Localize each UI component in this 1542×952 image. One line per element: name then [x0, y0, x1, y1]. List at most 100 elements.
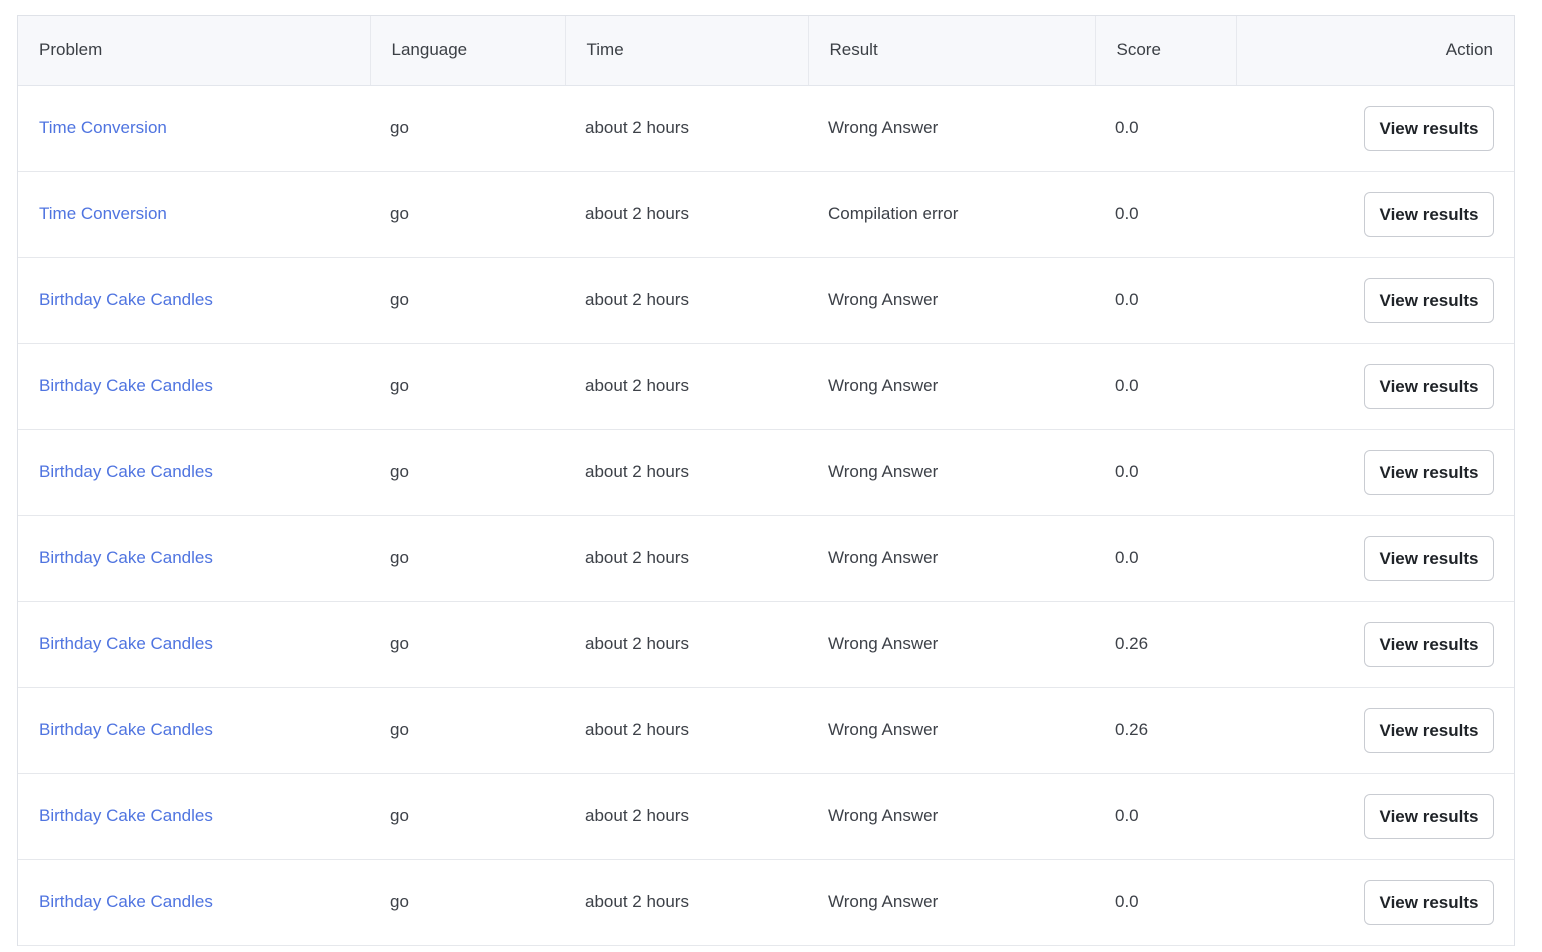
language-cell: go	[370, 343, 565, 430]
view-results-button[interactable]: View results	[1364, 449, 1494, 495]
problem-cell: Birthday Cake Candles	[18, 343, 370, 430]
result-cell: Wrong Answer	[808, 257, 1095, 344]
language-cell: go	[370, 687, 565, 774]
action-cell: View results	[1236, 85, 1514, 172]
result-cell: Wrong Answer	[808, 601, 1095, 688]
action-cell: View results	[1236, 515, 1514, 602]
score-cell: 0.26	[1095, 601, 1236, 688]
score-cell: 0.0	[1095, 515, 1236, 602]
score-cell: 0.0	[1095, 773, 1236, 860]
score-cell: 0.0	[1095, 257, 1236, 344]
language-cell: go	[370, 773, 565, 860]
action-cell: View results	[1236, 601, 1514, 688]
problem-link[interactable]: Birthday Cake Candles	[39, 806, 213, 825]
time-cell: about 2 hours	[565, 343, 808, 430]
submissions-table: Problem Language Time Result Score Actio…	[18, 16, 1514, 946]
action-cell: View results	[1236, 257, 1514, 344]
action-cell: View results	[1236, 773, 1514, 860]
language-cell: go	[370, 171, 565, 258]
view-results-button[interactable]: View results	[1364, 621, 1494, 667]
problem-link[interactable]: Birthday Cake Candles	[39, 462, 213, 481]
view-results-button[interactable]: View results	[1364, 879, 1494, 925]
table-row: Birthday Cake Candles go about 2 hours Wron…	[18, 429, 1514, 516]
problem-cell: Birthday Cake Candles	[18, 515, 370, 602]
view-results-button[interactable]: View results	[1364, 191, 1494, 237]
language-cell: go	[370, 601, 565, 688]
language-cell: go	[370, 859, 565, 946]
table-row: Birthday Cake Candles go about 2 hours Wron…	[18, 859, 1514, 946]
language-cell: go	[370, 257, 565, 344]
problem-link[interactable]: Birthday Cake Candles	[39, 634, 213, 653]
table-row: Birthday Cake Candles go about 2 hours Wron…	[18, 687, 1514, 774]
header-problem: Problem	[18, 16, 371, 86]
time-cell: about 2 hours	[565, 515, 808, 602]
problem-cell: Birthday Cake Candles	[18, 687, 370, 774]
table-row: Birthday Cake Candles go about 2 hours Wron…	[18, 773, 1514, 860]
time-cell: about 2 hours	[565, 773, 808, 860]
score-cell: 0.0	[1095, 85, 1236, 172]
score-cell: 0.0	[1095, 343, 1236, 430]
table-row: Birthday Cake Candles go about 2 hours Wron…	[18, 343, 1514, 430]
table-row: Time Conversion go about 2 hours Wrong Answ…	[18, 85, 1514, 172]
problem-cell: Birthday Cake Candles	[18, 601, 370, 688]
table-header: Problem Language Time Result Score Actio…	[18, 16, 1514, 86]
problem-link[interactable]: Birthday Cake Candles	[39, 376, 213, 395]
problem-cell: Time Conversion	[18, 85, 370, 172]
score-cell: 0.0	[1095, 859, 1236, 946]
problem-link[interactable]: Birthday Cake Candles	[39, 548, 213, 567]
problem-cell: Birthday Cake Candles	[18, 257, 370, 344]
language-cell: go	[370, 515, 565, 602]
header-result: Result	[808, 16, 1096, 86]
problem-link[interactable]: Birthday Cake Candles	[39, 290, 213, 309]
language-cell: go	[370, 85, 565, 172]
score-cell: 0.0	[1095, 429, 1236, 516]
result-cell: Compilation error	[808, 171, 1095, 258]
result-cell: Wrong Answer	[808, 773, 1095, 860]
view-results-button[interactable]: View results	[1364, 105, 1494, 151]
language-cell: go	[370, 429, 565, 516]
score-cell: 0.26	[1095, 687, 1236, 774]
view-results-button[interactable]: View results	[1364, 363, 1494, 409]
result-cell: Wrong Answer	[808, 429, 1095, 516]
problem-cell: Time Conversion	[18, 171, 370, 258]
action-cell: View results	[1236, 687, 1514, 774]
problem-link[interactable]: Time Conversion	[39, 204, 167, 223]
table-row: Birthday Cake Candles go about 2 hours Wron…	[18, 515, 1514, 602]
table-row: Time Conversion go about 2 hours Compilatio…	[18, 171, 1514, 258]
action-cell: View results	[1236, 343, 1514, 430]
header-action: Action	[1236, 16, 1514, 86]
header-score: Score	[1095, 16, 1237, 86]
time-cell: about 2 hours	[565, 85, 808, 172]
time-cell: about 2 hours	[565, 429, 808, 516]
result-cell: Wrong Answer	[808, 85, 1095, 172]
view-results-button[interactable]: View results	[1364, 793, 1494, 839]
result-cell: Wrong Answer	[808, 687, 1095, 774]
problem-cell: Birthday Cake Candles	[18, 773, 370, 860]
action-cell: View results	[1236, 859, 1514, 946]
result-cell: Wrong Answer	[808, 515, 1095, 602]
submissions-table-container: Problem Language Time Result Score Actio…	[17, 15, 1515, 946]
time-cell: about 2 hours	[565, 859, 808, 946]
header-time: Time	[565, 16, 809, 86]
problem-cell: Birthday Cake Candles	[18, 429, 370, 516]
time-cell: about 2 hours	[565, 687, 808, 774]
result-cell: Wrong Answer	[808, 859, 1095, 946]
problem-link[interactable]: Birthday Cake Candles	[39, 720, 213, 739]
problem-link[interactable]: Time Conversion	[39, 118, 167, 137]
action-cell: View results	[1236, 171, 1514, 258]
view-results-button[interactable]: View results	[1364, 707, 1494, 753]
view-results-button[interactable]: View results	[1364, 277, 1494, 323]
problem-link[interactable]: Birthday Cake Candles	[39, 892, 213, 911]
time-cell: about 2 hours	[565, 171, 808, 258]
table-row: Birthday Cake Candles go about 2 hours Wron…	[18, 601, 1514, 688]
time-cell: about 2 hours	[565, 257, 808, 344]
time-cell: about 2 hours	[565, 601, 808, 688]
problem-cell: Birthday Cake Candles	[18, 859, 370, 946]
header-row: Problem Language Time Result Score Actio…	[18, 16, 1514, 86]
table-body: Time Conversion go about 2 hours Wrong Answ…	[18, 85, 1514, 946]
action-cell: View results	[1236, 429, 1514, 516]
score-cell: 0.0	[1095, 171, 1236, 258]
result-cell: Wrong Answer	[808, 343, 1095, 430]
table-row: Birthday Cake Candles go about 2 hours Wron…	[18, 257, 1514, 344]
view-results-button[interactable]: View results	[1364, 535, 1494, 581]
